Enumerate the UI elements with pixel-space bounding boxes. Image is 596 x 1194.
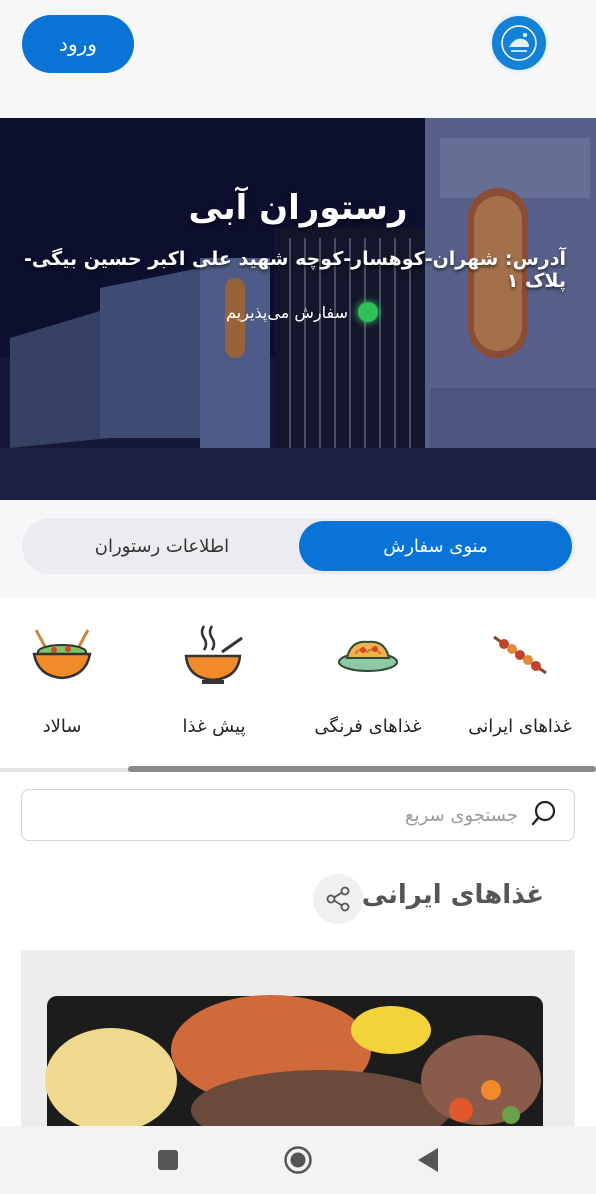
- category-label: سالاد: [42, 716, 82, 737]
- home-button[interactable]: [282, 1144, 314, 1176]
- search-input[interactable]: جستجوی سریع: [21, 789, 575, 841]
- login-button[interactable]: ورود: [22, 15, 134, 73]
- kebab-icon: [450, 618, 590, 690]
- system-nav-bar: [0, 1126, 596, 1194]
- back-button[interactable]: [412, 1144, 444, 1176]
- menu-section: غذاهای ایرانی: [0, 858, 596, 1150]
- category-strip: غذاهای ایرانی غذاهای فرنگی پیش غذا سالاد: [0, 598, 596, 768]
- back-triangle-icon: [418, 1148, 438, 1172]
- share-button[interactable]: [313, 874, 363, 924]
- hero-banner: رستوران آبی آدرس: شهران-کوهسار-کوچه شهید…: [0, 118, 596, 500]
- soup-icon: [144, 618, 284, 690]
- food-item-image[interactable]: [21, 950, 575, 1150]
- search-section: جستجوی سریع: [0, 772, 596, 858]
- tab-order-menu[interactable]: منوی سفارش: [299, 521, 572, 571]
- restaurant-name: رستوران آبی: [188, 188, 408, 228]
- order-status-label: سفارش می‌پذیریم: [226, 302, 348, 322]
- restaurant-logo[interactable]: [489, 13, 549, 73]
- segmented-tabs: منوی سفارش اطلاعات رستوران: [22, 518, 575, 574]
- home-circle-icon: [284, 1146, 312, 1174]
- category-label: غذاهای فرنگی: [314, 716, 422, 737]
- share-icon: [326, 886, 350, 912]
- square-icon: [158, 1150, 178, 1170]
- recents-button[interactable]: [152, 1144, 184, 1176]
- restaurant-address: آدرس: شهران-کوهسار-کوچه شهید علی اکبر حس…: [24, 248, 566, 292]
- category-iranian[interactable]: غذاهای ایرانی: [450, 618, 590, 737]
- category-label: پیش غذا: [182, 716, 246, 737]
- category-salad[interactable]: سالاد: [0, 618, 132, 737]
- category-western[interactable]: غذاهای فرنگی: [298, 618, 438, 737]
- order-status: سفارش می‌پذیریم: [226, 302, 378, 322]
- app-header: ورود: [0, 0, 596, 118]
- salad-icon: [0, 618, 132, 690]
- pasta-icon: [298, 618, 438, 690]
- tab-restaurant-info[interactable]: اطلاعات رستوران: [25, 521, 299, 571]
- category-appetizer[interactable]: پیش غذا: [144, 618, 284, 737]
- section-title: غذاهای ایرانی: [361, 880, 544, 910]
- search-icon: [530, 799, 558, 831]
- status-indicator-icon: [358, 302, 378, 322]
- category-label: غذاهای ایرانی: [468, 716, 572, 737]
- search-placeholder: جستجوی سریع: [405, 804, 518, 826]
